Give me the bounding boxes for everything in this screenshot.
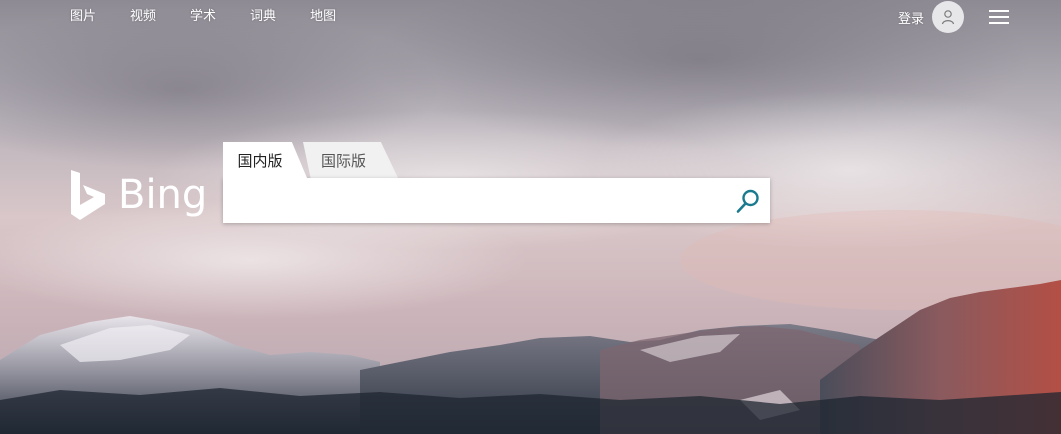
nav-item-academic[interactable]: 学术 xyxy=(190,9,216,25)
bing-b-icon xyxy=(71,170,105,220)
nav-item-maps[interactable]: 地图 xyxy=(310,9,336,25)
search-button[interactable] xyxy=(734,187,762,215)
account-area: 登录 xyxy=(898,1,964,33)
nav-item-images[interactable]: 图片 xyxy=(70,9,96,25)
bing-logo-text: Bing xyxy=(118,172,208,218)
login-link[interactable]: 登录 xyxy=(898,8,924,27)
search-icon xyxy=(736,189,759,213)
nav-item-videos[interactable]: 视频 xyxy=(130,9,156,25)
search-input[interactable] xyxy=(233,186,727,216)
person-icon xyxy=(941,10,955,25)
bing-logo[interactable]: Bing xyxy=(70,170,207,220)
bing-homepage: 图片 视频 学术 词典 地图 登录 Bing 国际版 国内版 xyxy=(0,0,1061,434)
hamburger-menu-icon[interactable] xyxy=(989,10,1009,24)
search-box xyxy=(223,178,770,223)
top-navigation: 图片 视频 学术 词典 地图 xyxy=(70,9,370,25)
avatar[interactable] xyxy=(932,1,964,33)
nav-item-dictionary[interactable]: 词典 xyxy=(250,9,276,25)
